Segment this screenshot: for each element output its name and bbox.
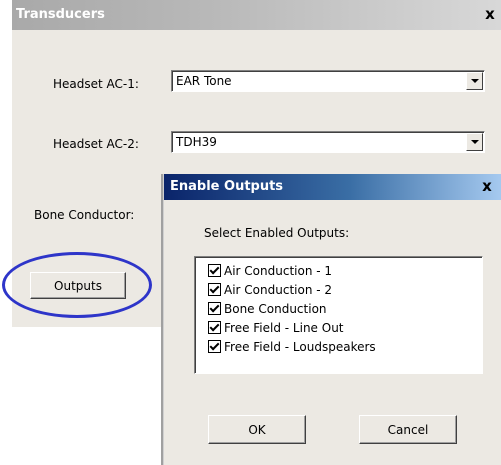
transducers-title: Transducers <box>16 7 105 22</box>
checkbox[interactable] <box>208 302 221 315</box>
enable-outputs-title: Enable Outputs <box>170 179 284 194</box>
list-item[interactable]: Air Conduction - 2 <box>208 281 332 298</box>
chevron-down-icon[interactable] <box>466 72 483 90</box>
list-item[interactable]: Free Field - Line Out <box>208 319 344 336</box>
headset-ac2-select[interactable]: TDH39 <box>171 131 485 153</box>
close-icon[interactable]: x <box>479 178 495 194</box>
headset-ac1-select[interactable]: EAR Tone <box>171 70 485 92</box>
ok-button[interactable]: OK <box>208 415 306 444</box>
list-item[interactable]: Air Conduction - 1 <box>208 262 332 279</box>
checkbox[interactable] <box>208 283 221 296</box>
transducers-title-bar[interactable]: Transducers x <box>12 0 501 30</box>
option-label: Free Field - Line Out <box>224 320 344 335</box>
cancel-button[interactable]: Cancel <box>359 415 457 444</box>
outputs-listbox[interactable]: Air Conduction - 1 Air Conduction - 2 Bo… <box>194 256 483 374</box>
list-item[interactable]: Free Field - Loudspeakers <box>208 338 376 355</box>
headset-ac1-label: Headset AC-1: <box>53 77 139 91</box>
option-label: Free Field - Loudspeakers <box>224 339 376 354</box>
headset-ac1-value: EAR Tone <box>176 74 232 88</box>
list-item[interactable]: Bone Conduction <box>208 300 327 317</box>
close-icon[interactable]: x <box>482 6 498 22</box>
option-label: Air Conduction - 2 <box>224 282 333 297</box>
enable-outputs-title-bar[interactable]: Enable Outputs x <box>164 174 501 200</box>
bone-conductor-label: Bone Conductor: <box>34 208 135 222</box>
headset-ac2-label: Headset AC-2: <box>53 137 139 151</box>
chevron-down-icon[interactable] <box>466 133 483 151</box>
checkbox[interactable] <box>208 264 221 277</box>
headset-ac2-value: TDH39 <box>176 135 217 149</box>
option-label: Air Conduction - 1 <box>224 263 333 278</box>
select-outputs-prompt: Select Enabled Outputs: <box>204 226 350 240</box>
outputs-button[interactable]: Outputs <box>30 272 126 299</box>
checkbox[interactable] <box>208 321 221 334</box>
checkbox[interactable] <box>208 340 221 353</box>
option-label: Bone Conduction <box>224 301 327 316</box>
enable-outputs-dialog: Enable Outputs x Select Enabled Outputs:… <box>163 174 501 465</box>
